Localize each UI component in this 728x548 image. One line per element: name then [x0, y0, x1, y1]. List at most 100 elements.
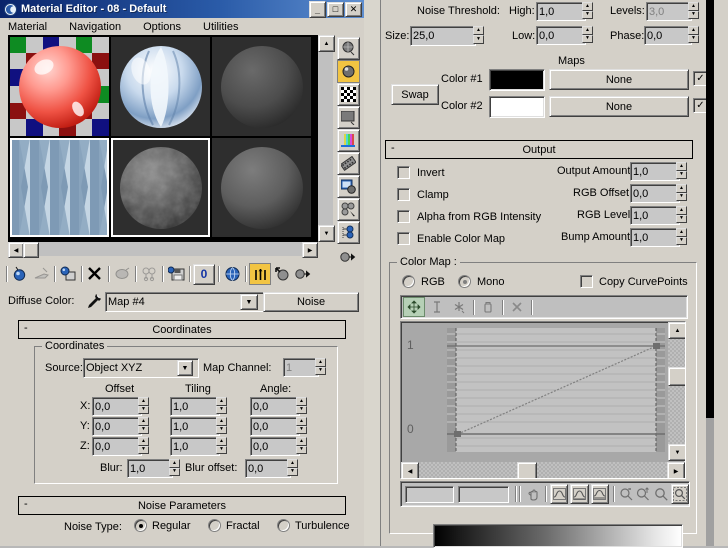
- sample-slot-3[interactable]: [212, 37, 311, 136]
- angle-z-spinner[interactable]: ▲ ▼: [296, 437, 307, 454]
- scroll-left-button[interactable]: ◀: [8, 242, 24, 258]
- scale-point-icon[interactable]: [427, 298, 447, 316]
- invert-checkbox[interactable]: [397, 166, 410, 179]
- levels-field[interactable]: 3,0: [646, 2, 692, 21]
- blur-offset-field[interactable]: 0,0: [245, 459, 291, 478]
- sample-slot-1[interactable]: [10, 37, 109, 136]
- zoom-extents-vertical-icon[interactable]: [570, 484, 589, 504]
- rollout-toggle[interactable]: -: [24, 498, 28, 510]
- rgb-level-spinner[interactable]: ▲ ▼: [676, 206, 687, 223]
- curve-scroll-thumb-horizontal[interactable]: [517, 462, 537, 478]
- tiling-y-spinner[interactable]: ▲ ▼: [216, 417, 227, 434]
- size-spinner[interactable]: ▲ ▼: [473, 26, 484, 44]
- menu-item-utilities[interactable]: Utilities: [203, 21, 238, 33]
- sample-type-icon[interactable]: [337, 37, 360, 60]
- show-end-result-icon[interactable]: [249, 263, 271, 285]
- get-material-icon[interactable]: [10, 264, 30, 284]
- source-dropdown-arrow[interactable]: ▼: [177, 360, 193, 376]
- delete-point-icon[interactable]: [478, 298, 498, 316]
- angle-z-field[interactable]: 0,0: [250, 437, 300, 456]
- color-map-mono-radio[interactable]: Mono: [458, 275, 505, 288]
- go-forward-to-sibling-icon[interactable]: [293, 264, 313, 284]
- map-channel-spinner[interactable]: ▲ ▼: [315, 358, 326, 375]
- copy-curve-points-row[interactable]: Copy CurvePoints: [580, 275, 688, 288]
- clamp-checkbox[interactable]: [397, 188, 410, 201]
- zoom-extents-icon[interactable]: [590, 484, 610, 504]
- menu-item-material[interactable]: Material: [8, 21, 47, 33]
- sample-uv-tiling-icon[interactable]: [337, 106, 360, 129]
- reset-curve-icon[interactable]: [507, 298, 527, 316]
- phase-field[interactable]: 0,0: [644, 26, 692, 45]
- levels-spinner[interactable]: ▲ ▼: [688, 2, 699, 19]
- color-map-curve-graph[interactable]: 1 0 ▲ ▼ ◀ ▶: [400, 321, 686, 479]
- blur-field[interactable]: 1,0: [127, 459, 173, 478]
- phase-spinner[interactable]: ▲ ▼: [688, 26, 699, 43]
- material-map-navigator-icon[interactable]: [337, 221, 360, 244]
- zoom-extents-horizontal-icon[interactable]: [549, 484, 569, 504]
- map-type-button[interactable]: Noise: [263, 292, 359, 312]
- map-name-dropdown-arrow[interactable]: ▼: [240, 294, 258, 310]
- offset-z-spinner[interactable]: ▲ ▼: [138, 437, 149, 454]
- zoom-horizontal-icon[interactable]: [618, 485, 634, 503]
- scroll-right-button[interactable]: ▶: [302, 242, 318, 258]
- reset-map-icon[interactable]: [85, 264, 105, 284]
- color2-swatch[interactable]: [489, 96, 545, 118]
- offset-x-field[interactable]: 0,0: [92, 397, 142, 416]
- offset-z-field[interactable]: 0,0: [92, 437, 142, 456]
- output-amount-spinner[interactable]: ▲ ▼: [676, 162, 687, 179]
- curve-graph-horizontal-scrollbar[interactable]: ◀ ▶: [401, 462, 685, 478]
- video-color-check-icon[interactable]: [337, 129, 360, 152]
- make-preview-icon[interactable]: [337, 152, 360, 175]
- sample-slot-2[interactable]: [111, 37, 210, 136]
- go-to-parent-icon[interactable]: [272, 264, 292, 284]
- map1-button[interactable]: None: [549, 69, 689, 90]
- noise-type-turbulence-radio[interactable]: Turbulence: [277, 519, 350, 532]
- move-point-icon[interactable]: [403, 297, 425, 317]
- sample-slot-vertical-scrollbar[interactable]: ▲ ▼: [318, 35, 335, 242]
- tiling-x-spinner[interactable]: ▲ ▼: [216, 397, 227, 414]
- map2-button[interactable]: None: [549, 96, 689, 117]
- offset-y-spinner[interactable]: ▲ ▼: [138, 417, 149, 434]
- tiling-z-spinner[interactable]: ▲ ▼: [216, 437, 227, 454]
- blur-offset-spinner[interactable]: ▲ ▼: [287, 459, 298, 476]
- backlight-icon[interactable]: [337, 60, 360, 83]
- sample-slot-5[interactable]: [111, 138, 210, 237]
- curve-scroll-right-button[interactable]: ▶: [667, 462, 685, 478]
- color1-swatch[interactable]: [489, 69, 545, 91]
- assign-material-to-selection-icon[interactable]: [58, 264, 78, 284]
- output-enable-color-map-row[interactable]: Enable Color Map: [397, 232, 505, 245]
- offset-y-field[interactable]: 0,0: [92, 417, 142, 436]
- rgb-level-field[interactable]: 1,0: [630, 206, 680, 225]
- scroll-thumb[interactable]: [23, 242, 39, 258]
- output-alpha-checkbox-row[interactable]: Alpha from RGB Intensity: [397, 210, 541, 223]
- material-effects-channel-icon[interactable]: 0: [193, 263, 215, 285]
- output-invert-checkbox-row[interactable]: Invert: [397, 166, 445, 179]
- options-icon[interactable]: [337, 175, 360, 198]
- enable-color-map-checkbox[interactable]: [397, 232, 410, 245]
- rgb-offset-spinner[interactable]: ▲ ▼: [676, 184, 687, 201]
- curve-scroll-left-button[interactable]: ◀: [401, 462, 419, 478]
- tiling-x-field[interactable]: 1,0: [170, 397, 220, 416]
- scroll-down-button[interactable]: ▼: [318, 225, 335, 242]
- curve-field-left[interactable]: [405, 485, 455, 503]
- make-material-copy-icon[interactable]: [112, 264, 132, 284]
- curve-scroll-down-button[interactable]: ▼: [668, 444, 685, 461]
- angle-x-spinner[interactable]: ▲ ▼: [296, 397, 307, 414]
- high-field[interactable]: 1,0: [536, 2, 586, 21]
- put-material-to-scene-icon[interactable]: [31, 264, 51, 284]
- make-unique-icon[interactable]: [139, 264, 159, 284]
- low-field[interactable]: 0,0: [536, 26, 586, 45]
- alpha-from-rgb-intensity-checkbox[interactable]: [397, 210, 410, 223]
- curve-scroll-thumb-vertical[interactable]: [668, 367, 685, 386]
- rollout-toggle[interactable]: -: [391, 142, 395, 154]
- blur-spinner[interactable]: ▲ ▼: [169, 459, 180, 476]
- eyedropper-icon[interactable]: [83, 292, 103, 310]
- add-point-icon[interactable]: [449, 298, 469, 316]
- background-checker-icon[interactable]: [337, 83, 360, 106]
- noise-type-regular-radio[interactable]: Regular: [134, 519, 191, 532]
- sample-slot-6[interactable]: [212, 138, 311, 237]
- zoom-icon[interactable]: [653, 485, 669, 503]
- angle-y-spinner[interactable]: ▲ ▼: [296, 417, 307, 434]
- sample-slot-4[interactable]: [10, 138, 109, 237]
- high-spinner[interactable]: ▲ ▼: [582, 2, 593, 19]
